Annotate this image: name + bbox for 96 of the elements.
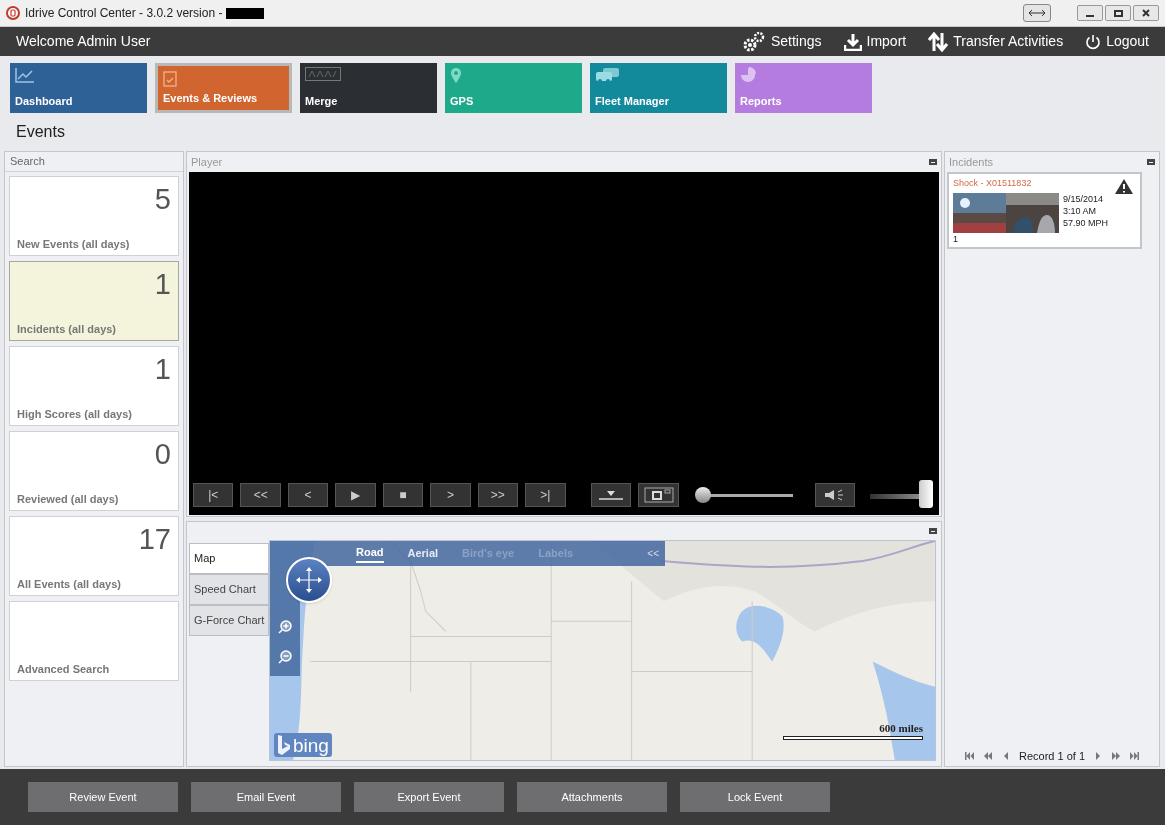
card-label: High Scores (all days) bbox=[17, 406, 133, 422]
close-icon bbox=[1142, 9, 1150, 17]
panel-title: Player bbox=[191, 154, 223, 170]
settings-button[interactable]: Settings bbox=[741, 30, 822, 53]
clipboard-check-icon bbox=[163, 70, 177, 87]
first-page-icon[interactable] bbox=[964, 752, 975, 760]
record-counter: Record 1 of 1 bbox=[1018, 748, 1085, 764]
double-arrow-icon bbox=[1028, 9, 1046, 17]
rewind-icon[interactable] bbox=[982, 752, 993, 760]
filter-card[interactable]: 17 All Events (all days) bbox=[9, 516, 179, 596]
event-count: 1 bbox=[154, 270, 171, 299]
warning-icon bbox=[1114, 178, 1134, 195]
incident-speed: 57.90 MPH bbox=[1063, 216, 1109, 229]
transfer-arrows-icon bbox=[928, 31, 949, 52]
redaction-bar bbox=[226, 7, 265, 19]
location-pin-icon bbox=[450, 67, 462, 84]
import-button[interactable]: Import bbox=[843, 31, 907, 52]
player-button[interactable]: >| bbox=[525, 482, 566, 507]
map-mode-tab[interactable]: Road bbox=[356, 544, 384, 563]
incident-date: 9/15/2014 bbox=[1063, 192, 1105, 205]
map-mode-tab[interactable]: Aerial bbox=[407, 545, 439, 562]
marker-icon bbox=[598, 488, 625, 501]
camera-icon bbox=[643, 486, 674, 503]
chart-tab[interactable]: Speed Chart bbox=[189, 574, 269, 605]
pie-chart-icon bbox=[740, 67, 756, 83]
incident-time: 3:10 AM bbox=[1063, 204, 1098, 217]
zoom-in-icon[interactable] bbox=[278, 620, 292, 634]
marker-button[interactable] bbox=[591, 482, 632, 507]
download-icon bbox=[843, 32, 862, 51]
panel-title: Incidents bbox=[949, 154, 994, 170]
incident-card[interactable]: Shock - X01511832 9/15/2014 3:10 AM 57.90 MPH 1 bbox=[947, 172, 1142, 249]
module-tile[interactable]: Dashboard bbox=[10, 63, 147, 113]
page-title: Events bbox=[16, 122, 65, 142]
close-button[interactable] bbox=[1133, 5, 1159, 21]
module-tile[interactable]: Events & Reviews bbox=[155, 63, 292, 113]
minimize-icon[interactable] bbox=[929, 159, 937, 165]
merge-logo-icon bbox=[305, 67, 341, 81]
card-label: Incidents (all days) bbox=[17, 321, 118, 337]
minimize-button[interactable] bbox=[1077, 5, 1103, 21]
filter-card[interactable]: 0 Reviewed (all days) bbox=[9, 431, 179, 511]
welcome-text: Welcome Admin User bbox=[16, 32, 151, 51]
player-button[interactable]: > bbox=[430, 482, 471, 507]
incident-number: 1 bbox=[953, 232, 959, 246]
chart-icon bbox=[15, 67, 35, 83]
action-button[interactable]: Attachments bbox=[517, 782, 667, 812]
card-label: Reviewed (all days) bbox=[17, 491, 120, 507]
trucks-icon bbox=[595, 67, 621, 83]
card-label: Advanced Search bbox=[17, 661, 111, 677]
action-button[interactable]: Export Event bbox=[354, 782, 504, 812]
player-button[interactable]: |< bbox=[193, 482, 234, 507]
minimize-icon[interactable] bbox=[1147, 159, 1155, 165]
chart-tab[interactable]: Map bbox=[189, 543, 269, 574]
maximize-button[interactable] bbox=[1105, 5, 1131, 21]
card-label: All Events (all days) bbox=[17, 576, 122, 592]
speaker-icon bbox=[823, 488, 846, 501]
module-tile[interactable]: Fleet Manager bbox=[590, 63, 727, 113]
gears-icon bbox=[741, 30, 766, 53]
event-count: 1 bbox=[154, 355, 171, 384]
player-button[interactable]: ▶ bbox=[335, 482, 376, 507]
bing-logo-icon bbox=[277, 734, 291, 756]
incident-title: Shock - X01511832 bbox=[953, 177, 1032, 190]
zoom-out-icon[interactable] bbox=[278, 650, 292, 664]
action-button[interactable]: Review Event bbox=[28, 782, 178, 812]
slider-thumb[interactable] bbox=[694, 486, 711, 503]
event-count: 17 bbox=[138, 525, 171, 554]
scale-label: 600 miles bbox=[879, 720, 923, 736]
filter-card[interactable]: 1 High Scores (all days) bbox=[9, 346, 179, 426]
slider-thumb[interactable] bbox=[919, 479, 933, 508]
card-label: New Events (all days) bbox=[17, 236, 131, 252]
filter-card[interactable]: 5 New Events (all days) bbox=[9, 176, 179, 256]
window-title: Idrive Control Center - 3.0.2 version - bbox=[25, 5, 223, 22]
event-count: 5 bbox=[154, 185, 171, 214]
panel-title: Search bbox=[10, 154, 45, 170]
action-button[interactable]: Email Event bbox=[191, 782, 341, 812]
power-icon bbox=[1085, 33, 1102, 50]
player-button[interactable]: < bbox=[287, 482, 329, 507]
filter-card[interactable]: Advanced Search bbox=[9, 601, 179, 681]
player-button[interactable]: >> bbox=[477, 482, 519, 507]
mute-button[interactable] bbox=[814, 482, 855, 507]
module-tile[interactable]: Merge bbox=[300, 63, 437, 113]
logout-button[interactable]: Logout bbox=[1085, 31, 1149, 52]
snapshot-button[interactable] bbox=[638, 482, 679, 507]
chart-tab[interactable]: G-Force Chart bbox=[189, 605, 269, 636]
app-icon bbox=[6, 6, 20, 20]
resize-button[interactable] bbox=[1023, 4, 1051, 22]
minimize-icon[interactable] bbox=[929, 528, 937, 534]
fast-forward-icon[interactable] bbox=[1111, 752, 1121, 760]
filter-card[interactable]: 1 Incidents (all days) bbox=[9, 261, 179, 341]
transfer-button[interactable]: Transfer Activities bbox=[928, 31, 1064, 52]
event-count: 0 bbox=[154, 440, 171, 469]
last-page-icon[interactable] bbox=[1129, 752, 1139, 760]
next-icon[interactable] bbox=[1093, 752, 1103, 760]
player-button[interactable]: << bbox=[240, 482, 281, 507]
brand-name: bing bbox=[293, 735, 329, 755]
action-button[interactable]: Lock Event bbox=[680, 782, 830, 812]
player-button[interactable]: ■ bbox=[382, 482, 424, 507]
